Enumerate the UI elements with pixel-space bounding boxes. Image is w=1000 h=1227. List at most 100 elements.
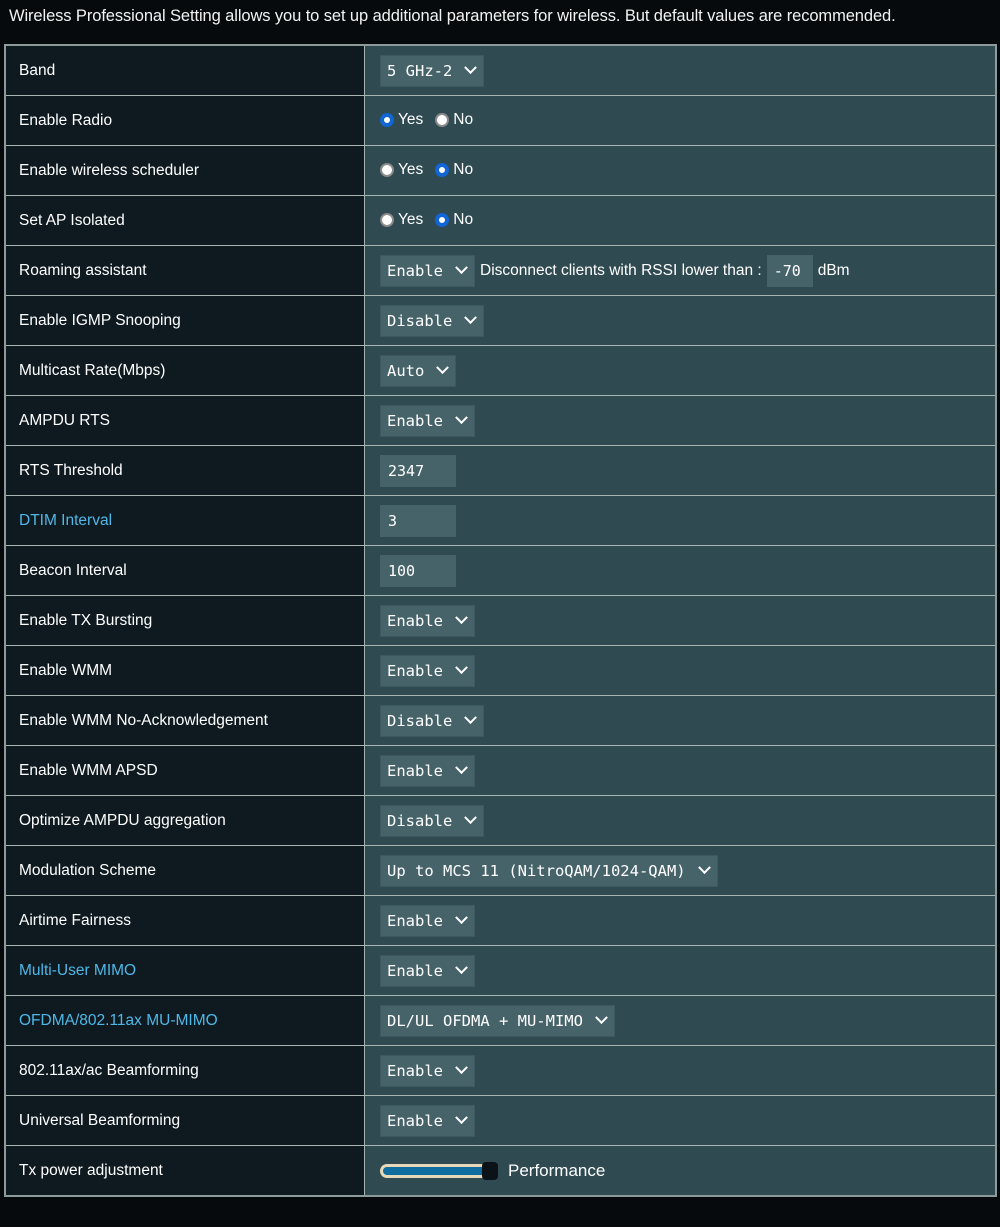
roaming-assistant-select[interactable]: Enable	[380, 254, 475, 287]
setting-value-cell: Enable	[364, 745, 997, 796]
tx-power-slider[interactable]	[380, 1161, 498, 1180]
enable-wireless-scheduler-radio-no[interactable]: No	[435, 161, 473, 179]
universal-beamforming-select[interactable]: Enable	[380, 1104, 475, 1137]
select-value: Disable	[387, 811, 453, 830]
rts-threshold-input[interactable]: 2347	[380, 454, 456, 487]
setting-label-enable-wmm-no-acknowledgement: Enable WMM No-Acknowledgement	[4, 695, 365, 746]
rssi-threshold-input[interactable]: -70	[766, 254, 813, 287]
802-11ax-ac-beamforming-select[interactable]: Enable	[380, 1054, 475, 1087]
setting-row-enable-radio: Enable Radio Yes No	[4, 95, 997, 146]
enable-tx-bursting-select[interactable]: Enable	[380, 604, 475, 637]
setting-label-ofdma-802-11ax-mu-mimo[interactable]: OFDMA/802.11ax MU-MIMO	[4, 995, 365, 1046]
setting-row-optimize-ampdu-aggregation: Optimize AMPDU aggregation Disable	[4, 795, 997, 846]
setting-value-cell: 3	[364, 495, 997, 546]
slider-handle[interactable]	[482, 1161, 498, 1180]
setting-row-dtim-interval: DTIM Interval 3	[4, 495, 997, 546]
chevron-down-icon	[455, 661, 468, 675]
setting-value-cell: Yes No	[364, 95, 997, 146]
optimize-ampdu-aggregation-select[interactable]: Disable	[380, 804, 485, 837]
radio-button[interactable]	[380, 213, 394, 228]
enable-igmp-snooping-select[interactable]: Disable	[380, 304, 485, 337]
setting-row-multi-user-mimo: Multi-User MIMO Enable	[4, 945, 997, 996]
modulation-scheme-select[interactable]: Up to MCS 11 (NitroQAM/1024-QAM)	[380, 854, 718, 887]
select-value: Enable	[387, 611, 443, 630]
multicast-rate-mbps-select[interactable]: Auto	[380, 354, 457, 387]
radio-button[interactable]	[380, 113, 394, 128]
multi-user-mimo-select[interactable]: Enable	[380, 954, 475, 987]
setting-row-ofdma-802-11ax-mu-mimo: OFDMA/802.11ax MU-MIMO DL/UL OFDMA + MU-M…	[4, 995, 997, 1046]
setting-label-modulation-scheme: Modulation Scheme	[4, 845, 365, 896]
select-value: Enable	[387, 411, 443, 430]
select-value: Enable	[387, 661, 443, 680]
setting-row-set-ap-isolated: Set AP Isolated Yes No	[4, 195, 997, 246]
setting-label-set-ap-isolated: Set AP Isolated	[4, 195, 365, 246]
setting-label-band: Band	[4, 44, 365, 96]
setting-label-ampdu-rts: AMPDU RTS	[4, 395, 365, 446]
setting-row-universal-beamforming: Universal Beamforming Enable	[4, 1095, 997, 1146]
enable-wmm-no-acknowledgement-select[interactable]: Disable	[380, 704, 485, 737]
settings-table: Band 5 GHz-2 Enable Radio Yes No Enable wirel…	[4, 44, 997, 1197]
chevron-down-icon	[697, 861, 711, 875]
setting-value-cell: DL/UL OFDMA + MU-MIMO	[364, 995, 997, 1046]
setting-value-cell: Up to MCS 11 (NitroQAM/1024-QAM)	[364, 845, 997, 896]
setting-label-multi-user-mimo[interactable]: Multi-User MIMO	[4, 945, 365, 996]
select-value: Up to MCS 11 (NitroQAM/1024-QAM)	[387, 861, 686, 880]
setting-value-cell: Enable	[364, 1045, 997, 1096]
radio-label: Yes	[398, 211, 424, 229]
chevron-down-icon	[464, 61, 478, 75]
setting-label-enable-radio: Enable Radio	[4, 95, 365, 146]
rssi-description: Disconnect clients with RSSI lower than …	[480, 261, 762, 279]
setting-row-enable-wmm-no-acknowledgement: Enable WMM No-Acknowledgement Disable	[4, 695, 997, 746]
chevron-down-icon	[455, 1061, 468, 1075]
setting-row-ampdu-rts: AMPDU RTS Enable	[4, 395, 997, 446]
ampdu-rts-select[interactable]: Enable	[380, 404, 475, 437]
radio-button[interactable]	[435, 213, 450, 228]
band-select[interactable]: 5 GHz-2	[380, 54, 485, 87]
radio-button[interactable]	[380, 163, 394, 178]
beacon-interval-input[interactable]: 100	[380, 554, 456, 587]
tx-power-level-label: Performance	[508, 1160, 606, 1180]
set-ap-isolated-radio-no[interactable]: No	[435, 211, 473, 229]
radio-label: No	[453, 211, 474, 229]
setting-label-enable-igmp-snooping: Enable IGMP Snooping	[4, 295, 365, 346]
chevron-down-icon	[455, 261, 468, 275]
select-value: Enable	[387, 761, 443, 780]
radio-button[interactable]	[435, 113, 450, 128]
setting-row-airtime-fairness: Airtime Fairness Enable	[4, 895, 997, 946]
dtim-interval-input[interactable]: 3	[380, 504, 456, 537]
enable-radio-radio-yes[interactable]: Yes	[380, 111, 423, 129]
chevron-down-icon	[464, 311, 478, 325]
select-value: Enable	[387, 261, 443, 280]
enable-radio-radio-no[interactable]: No	[435, 111, 473, 129]
select-value: Auto	[387, 361, 425, 380]
slider-fill	[383, 1166, 489, 1175]
setting-value-cell: Enable	[364, 395, 997, 446]
radio-label: Yes	[398, 161, 424, 179]
setting-label-dtim-interval[interactable]: DTIM Interval	[4, 495, 365, 546]
setting-row-enable-wmm: Enable WMM Enable	[4, 645, 997, 696]
setting-row-802-11ax-ac-beamforming: 802.11ax/ac Beamforming Enable	[4, 1045, 997, 1096]
setting-value-cell: Enable	[364, 645, 997, 696]
enable-wmm-select[interactable]: Enable	[380, 654, 475, 687]
ofdma-802-11ax-mu-mimo-select[interactable]: DL/UL OFDMA + MU-MIMO	[380, 1004, 615, 1037]
select-value: Enable	[387, 911, 443, 930]
setting-value-cell: Enable	[364, 1095, 997, 1146]
select-value: Enable	[387, 961, 443, 980]
airtime-fairness-select[interactable]: Enable	[380, 904, 475, 937]
chevron-down-icon	[455, 1111, 468, 1125]
chevron-down-icon	[455, 961, 468, 975]
chevron-down-icon	[455, 761, 468, 775]
setting-label-enable-tx-bursting: Enable TX Bursting	[4, 595, 365, 646]
radio-button[interactable]	[435, 163, 450, 178]
enable-wireless-scheduler-radio-yes[interactable]: Yes	[380, 161, 423, 179]
select-value: Enable	[387, 1111, 443, 1130]
chevron-down-icon	[595, 1011, 608, 1025]
setting-label-enable-wireless-scheduler: Enable wireless scheduler	[4, 145, 365, 196]
setting-row-enable-tx-bursting: Enable TX Bursting Enable	[4, 595, 997, 646]
select-value: DL/UL OFDMA + MU-MIMO	[387, 1011, 583, 1030]
setting-value-cell: Enable	[364, 595, 997, 646]
setting-row-multicast-rate-mbps: Multicast Rate(Mbps) Auto	[4, 345, 997, 396]
set-ap-isolated-radio-yes[interactable]: Yes	[380, 211, 423, 229]
enable-wmm-apsd-select[interactable]: Enable	[380, 754, 475, 787]
setting-value-cell: Performance	[364, 1145, 997, 1197]
